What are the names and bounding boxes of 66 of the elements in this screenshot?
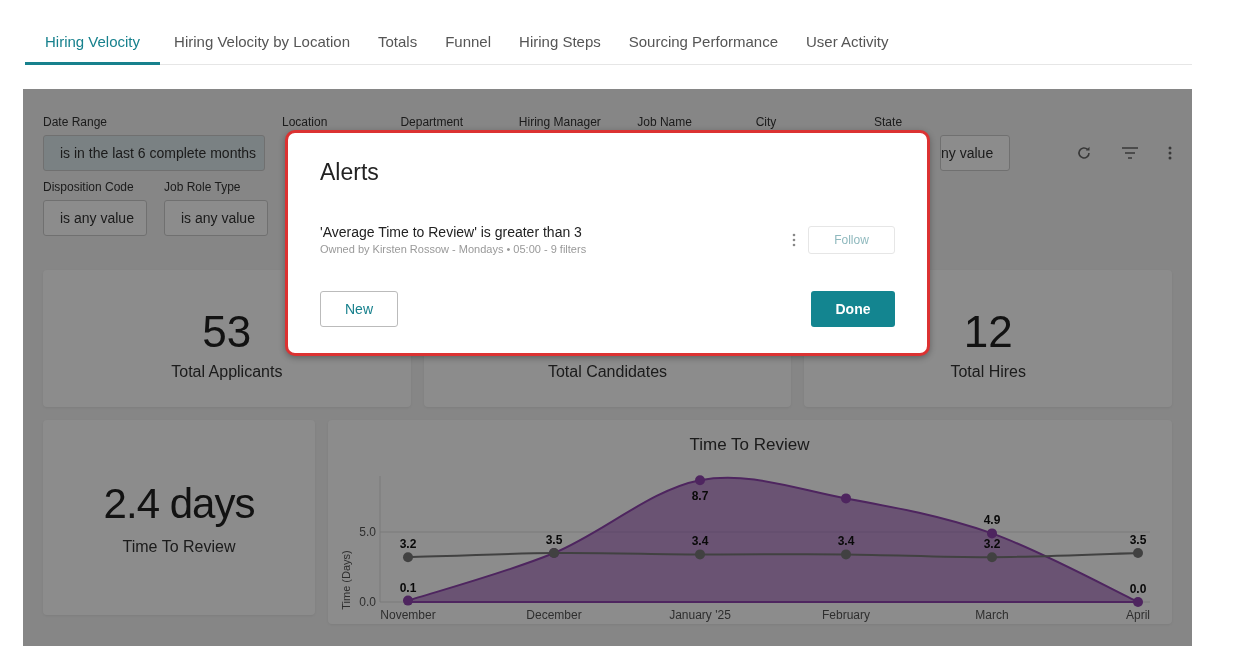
tick-label: November — [380, 608, 436, 622]
data-point — [403, 552, 413, 563]
filter-label: City — [755, 115, 778, 129]
kpi-label: Total Candidates — [547, 363, 668, 381]
tick-label: 0.0 — [359, 595, 376, 609]
kpi-value: 53 — [202, 307, 252, 357]
filter-label: Disposition Code — [43, 180, 135, 194]
data-point — [1133, 597, 1143, 607]
data-point — [987, 552, 997, 563]
tab[interactable]: Hiring Velocity by Location — [160, 21, 364, 65]
data-label: 4.9 — [983, 513, 1001, 528]
filter-field[interactable]: ny value — [940, 135, 1011, 171]
new-button[interactable]: New — [320, 291, 398, 327]
kpi-label: Time To Review — [122, 537, 236, 556]
tick-label: February — [822, 608, 870, 622]
tab[interactable]: Totals — [364, 21, 432, 65]
kpi-label: Total Hires — [950, 363, 1026, 381]
filter-label: State — [874, 115, 904, 129]
data-label: 3.2 — [399, 537, 417, 552]
filter-label: Job Name — [637, 115, 693, 129]
data-label: 3.4 — [837, 534, 855, 549]
kpi-value: 12 — [963, 307, 1013, 357]
tab[interactable]: Sourcing Performance — [614, 21, 792, 65]
filter-label: Hiring Manager — [518, 115, 602, 129]
kpi-label: Total Applicants — [171, 363, 283, 381]
data-label: 0.0 — [1129, 582, 1147, 596]
data-point — [695, 475, 705, 486]
alert-title: 'Average Time to Review' is greater than 3 — [320, 224, 583, 240]
filter-label: Department — [400, 115, 465, 129]
tab[interactable]: Hiring Steps — [505, 21, 615, 65]
refresh-icon[interactable] — [1076, 145, 1093, 161]
more-icon[interactable] — [792, 232, 796, 247]
filter-label: Job Role Type — [164, 180, 242, 194]
data-point — [1133, 548, 1143, 558]
data-point — [841, 549, 851, 560]
data-point — [695, 549, 705, 560]
data-label: 3.4 — [691, 534, 709, 549]
tick-label: 5.0 — [359, 525, 376, 539]
tick-label: March — [975, 608, 1009, 622]
data-label: 8.7 — [691, 489, 709, 504]
data-label: 3.5 — [1129, 533, 1147, 547]
data-point — [987, 528, 997, 539]
tab[interactable]: Funnel — [431, 21, 506, 65]
filter-icon[interactable] — [1122, 147, 1139, 159]
data-label: 0.1 — [399, 580, 417, 595]
filter-label: Date Range — [43, 115, 109, 129]
data-label: 3.5 — [545, 533, 563, 547]
alert-details: Owned by Kirsten Rossow - Mondays • 05:00 - 9 filters — [320, 243, 588, 255]
data-label: 3.2 — [983, 537, 1001, 552]
filter-field[interactable]: is any value — [43, 200, 147, 236]
tick-label: December — [526, 608, 582, 622]
dialog-title: Alerts — [320, 159, 380, 186]
data-point — [403, 595, 413, 606]
tick-label: January '25 — [669, 608, 731, 622]
more-icon[interactable] — [1168, 146, 1173, 160]
tab[interactable]: User Activity — [792, 21, 903, 65]
done-button[interactable]: Done — [811, 291, 895, 327]
filter-label: Location — [282, 115, 329, 129]
kpi-value: 2.4 days — [103, 479, 255, 528]
data-point — [841, 493, 851, 504]
tick-label: April — [1126, 608, 1150, 622]
filter-field[interactable]: is in the last 6 complete months — [43, 135, 265, 171]
chart-title: Time To Review — [689, 435, 810, 454]
axis-label: Time (Days) — [340, 550, 352, 610]
tab[interactable]: Hiring Velocity — [25, 21, 161, 65]
filter-field[interactable]: is any value — [164, 200, 268, 236]
